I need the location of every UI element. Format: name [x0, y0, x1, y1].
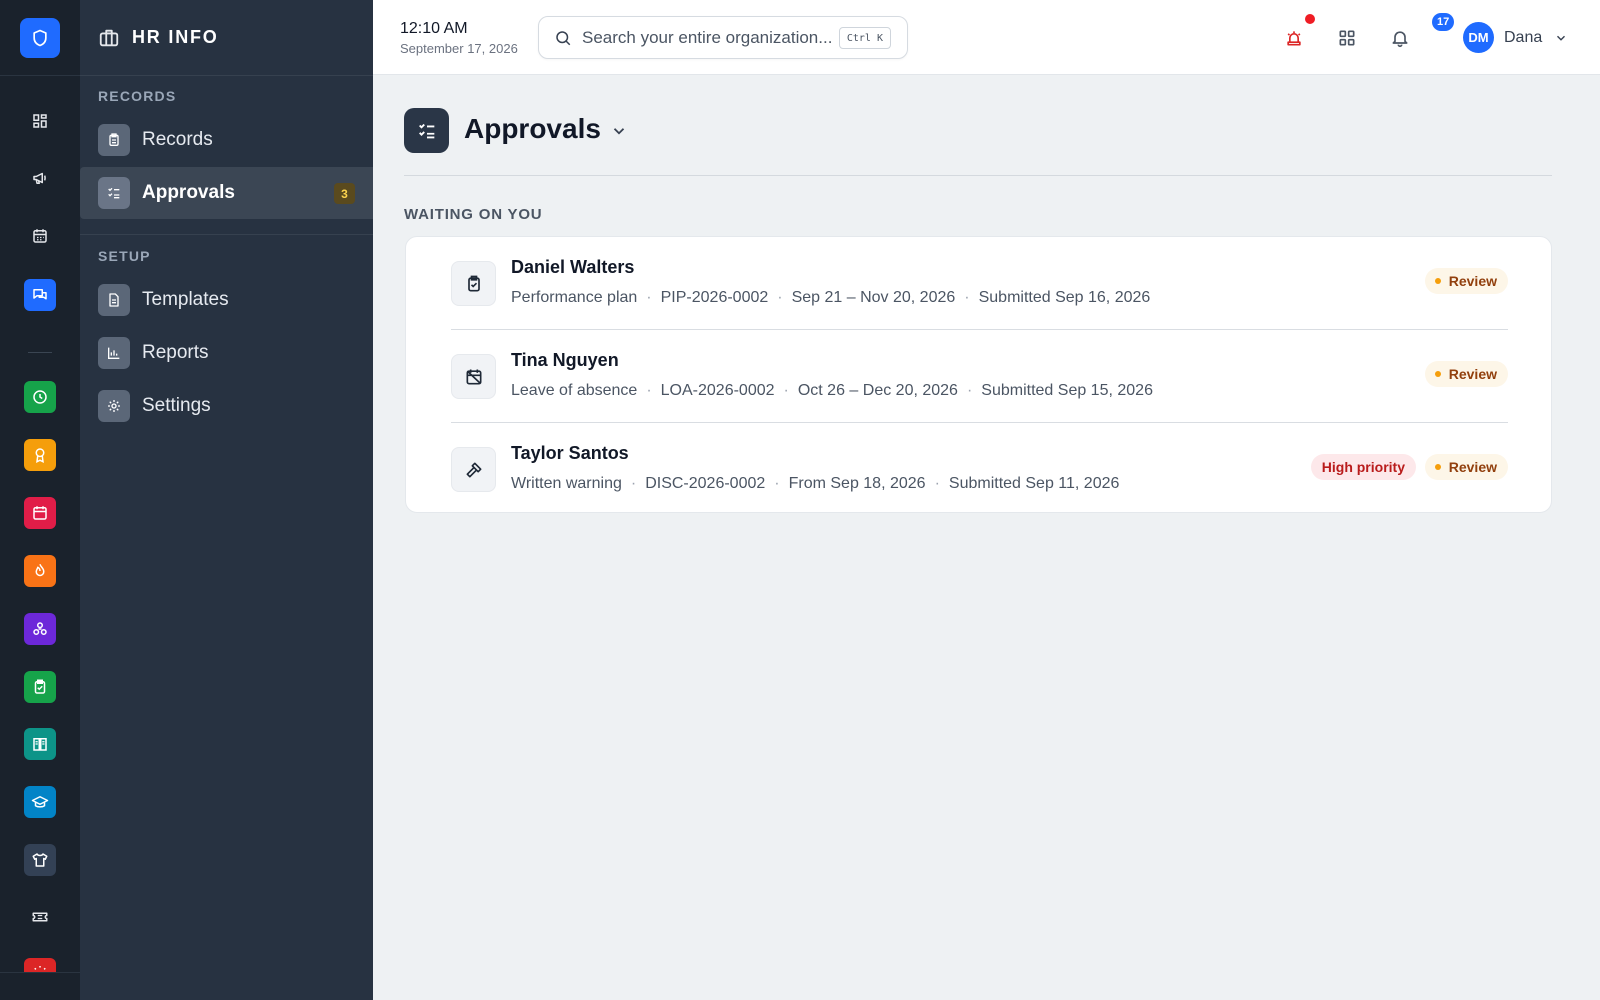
- sidebar-item-label: Settings: [142, 395, 211, 416]
- approval-meta: Leave of absence · LOA-2026-0002 · Oct 26 – …: [511, 382, 1153, 399]
- approval-submitted: Submitted Sep 15, 2026: [981, 382, 1153, 399]
- sidebar-divider: [80, 234, 373, 235]
- search-icon: [556, 30, 571, 45]
- calendar-off-icon: [451, 354, 496, 399]
- section-label-records: RECORDS: [98, 88, 177, 104]
- search-input[interactable]: [582, 27, 832, 48]
- sidebar-item-label: Approvals: [142, 182, 235, 203]
- page-title: Approvals: [464, 113, 601, 144]
- app-title: HR INFO: [132, 27, 219, 47]
- sidebar-item-settings[interactable]: Settings: [80, 380, 373, 432]
- approval-id: DISC-2026-0002: [645, 475, 766, 492]
- sidebar-item-label: Templates: [142, 289, 229, 310]
- rail-footer-divider: [0, 972, 80, 973]
- rail-header: [0, 0, 80, 76]
- sidebar: HR INFO RECORDS Records Approvals 3 SETU…: [80, 0, 373, 1000]
- approval-submitted: Submitted Sep 16, 2026: [978, 289, 1151, 306]
- gear-icon: [98, 390, 130, 422]
- alert-indicator-dot: [1305, 14, 1315, 24]
- sidebar-header: HR INFO: [80, 0, 373, 76]
- employee-name: Daniel Walters: [511, 257, 635, 277]
- approval-submitted: Submitted Sep 11, 2026: [948, 475, 1120, 492]
- document-icon: [98, 284, 130, 316]
- clipboard-check-icon[interactable]: [24, 671, 56, 703]
- search-shortcut-hint: Ctrl K: [838, 27, 891, 49]
- sidebar-item-records[interactable]: Records: [80, 114, 373, 166]
- megaphone-icon[interactable]: [24, 162, 56, 194]
- sidebar-item-label: Reports: [142, 342, 209, 363]
- sidebar-item-templates[interactable]: Templates: [80, 274, 373, 326]
- clock: 12:10 AM September 17, 2026: [400, 20, 518, 56]
- approval-period: From Sep 18, 2026: [788, 475, 926, 492]
- current-date: September 17, 2026: [400, 41, 518, 56]
- bar-chart-icon: [98, 337, 130, 369]
- book-icon[interactable]: [24, 728, 56, 760]
- calendar-icon[interactable]: [24, 220, 56, 252]
- approval-type: Performance plan: [511, 289, 638, 306]
- approvals-list: Daniel Walters Performance plan · PIP-2026…: [405, 236, 1552, 513]
- approvals-count-badge: 3: [334, 183, 355, 204]
- shirt-icon[interactable]: [24, 844, 56, 876]
- user-menu[interactable]: DM Dana: [1463, 22, 1568, 53]
- sidebar-item-reports[interactable]: Reports: [80, 327, 373, 379]
- current-time: 12:10 AM: [400, 20, 468, 37]
- approval-period: Oct 26 – Dec 20, 2026: [797, 382, 958, 399]
- list-item[interactable]: Daniel Walters Performance plan · PIP-2026…: [451, 237, 1508, 329]
- avatar: DM: [1463, 22, 1494, 53]
- approval-id: PIP-2026-0002: [660, 289, 769, 306]
- chat-icon[interactable]: [24, 279, 56, 311]
- user-name: Dana: [1504, 28, 1543, 46]
- bell-icon[interactable]: [1388, 26, 1412, 50]
- priority-badge: High priority: [1310, 454, 1416, 480]
- approval-meta: Performance plan · PIP-2026-0002 · Sep 21 – …: [511, 289, 1151, 306]
- gavel-icon: [451, 447, 496, 492]
- clipboard-list-icon: [98, 124, 130, 156]
- approval-id: LOA-2026-0002: [660, 382, 775, 399]
- calendar-red-icon[interactable]: [24, 497, 56, 529]
- search-bar[interactable]: Ctrl K: [538, 16, 908, 59]
- shield-icon[interactable]: [20, 17, 60, 58]
- page-divider: [404, 175, 1552, 176]
- clock-icon[interactable]: [24, 381, 56, 413]
- employee-name: Tina Nguyen: [511, 350, 619, 370]
- icon-rail: [0, 0, 80, 1000]
- chevron-down-icon: [1557, 35, 1566, 41]
- approval-type: Written warning: [511, 475, 622, 492]
- section-label-setup: SETUP: [98, 248, 151, 264]
- group-label: WAITING ON YOU: [404, 206, 543, 223]
- flame-icon[interactable]: [24, 555, 56, 587]
- dashboard-icon[interactable]: [24, 105, 56, 137]
- clipboard-check-icon: [451, 261, 496, 306]
- network-icon[interactable]: [24, 613, 56, 645]
- checklist-icon: [404, 108, 449, 153]
- status-badge: Review: [1424, 268, 1508, 294]
- approval-type: Leave of absence: [511, 382, 638, 399]
- status-badge: Review: [1424, 454, 1508, 480]
- sidebar-item-label: Records: [142, 129, 213, 150]
- graduation-cap-icon[interactable]: [24, 786, 56, 818]
- apps-grid-icon[interactable]: [1335, 26, 1359, 50]
- employee-name: Taylor Santos: [511, 443, 629, 463]
- list-item[interactable]: Tina Nguyen Leave of absence · LOA-2026-00…: [451, 330, 1508, 422]
- top-bar: 12:10 AM September 17, 2026 Ctrl K 17 DM…: [373, 0, 1600, 75]
- approval-meta: Written warning · DISC-2026-0002 · From Sep …: [511, 475, 1120, 492]
- checklist-icon: [98, 177, 130, 209]
- notifications-count-badge: 17: [1432, 13, 1455, 31]
- award-icon[interactable]: [24, 439, 56, 471]
- rail-divider: [28, 352, 52, 353]
- alarm-icon[interactable]: [1282, 26, 1306, 50]
- status-badge: Review: [1424, 361, 1508, 387]
- approval-period: Sep 21 – Nov 20, 2026: [791, 289, 956, 306]
- alarm-icon[interactable]: [24, 958, 56, 972]
- sidebar-item-approvals[interactable]: Approvals 3: [80, 167, 373, 219]
- briefcase-icon: [99, 29, 119, 46]
- ticket-icon[interactable]: [24, 901, 56, 933]
- list-item[interactable]: Taylor Santos Written warning · DISC-2026-…: [451, 423, 1508, 515]
- chevron-down-icon[interactable]: [610, 122, 628, 140]
